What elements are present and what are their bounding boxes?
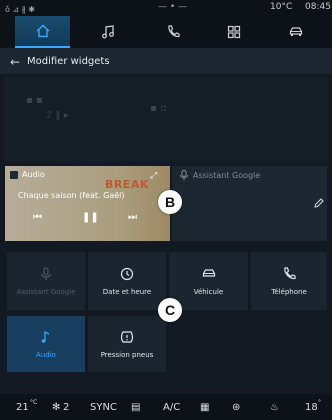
- defrost-front-icon[interactable]: ▦: [200, 402, 209, 413]
- microphone-icon: [180, 170, 188, 181]
- tab-bar: [0, 16, 332, 48]
- status-handle: — • —: [158, 2, 188, 12]
- left-temperature-unit: °C: [30, 399, 38, 406]
- tab-home[interactable]: [15, 16, 70, 48]
- car-icon: [289, 27, 302, 36]
- tab-phone[interactable]: [145, 16, 200, 48]
- previous-track-icon[interactable]: ⏮: [33, 212, 42, 223]
- tab-apps[interactable]: [206, 16, 261, 48]
- page-title: Modifier widgets: [27, 56, 110, 67]
- tab-music[interactable]: [80, 16, 135, 48]
- callout-marker-b: B: [158, 190, 182, 214]
- music-icon: [101, 25, 114, 39]
- home-icon: [36, 24, 49, 38]
- music-icon: [41, 330, 50, 343]
- tile-label: Audio: [36, 351, 56, 359]
- status-icons: ǒ ⊿ ∦ ✱: [5, 5, 35, 14]
- callout-marker-c: C: [158, 298, 182, 322]
- apps-icon: [227, 25, 240, 39]
- tile-label: Assistant Google: [16, 288, 76, 296]
- tire-pressure-icon: [120, 331, 134, 343]
- tile-label: Date et heure: [102, 288, 152, 296]
- clock-icon: [120, 267, 134, 281]
- preview-glyph-1: ▪ ▪: [26, 95, 43, 106]
- preview-glyph-2: ♪ ‖ ▸: [46, 110, 69, 121]
- status-time: 08:45: [305, 2, 331, 12]
- status-temperature: 10°C: [270, 2, 293, 12]
- car-icon: [202, 269, 215, 277]
- tile-telephone[interactable]: Téléphone: [251, 252, 327, 310]
- tile-label: Téléphone: [271, 288, 307, 296]
- pause-icon[interactable]: ❚❚: [82, 212, 99, 223]
- back-button[interactable]: ←: [10, 55, 20, 69]
- tile-date-heure[interactable]: Date et heure: [88, 252, 166, 310]
- microphone-icon: [40, 267, 52, 280]
- preview-glyph-3: ▪ ▫: [150, 103, 167, 114]
- tab-vehicle[interactable]: [268, 16, 323, 48]
- tile-assistant-google[interactable]: Assistant Google: [7, 252, 85, 310]
- seat-heat-icon[interactable]: ♨: [270, 402, 279, 413]
- right-temperature[interactable]: 18: [305, 402, 318, 413]
- tile-label: Pression pneus: [100, 351, 154, 359]
- tile-audio[interactable]: Audio: [7, 316, 85, 372]
- fan-icon[interactable]: ✻: [52, 402, 60, 413]
- sync-button[interactable]: SYNC: [90, 402, 117, 413]
- audio-track-title: Chaque saison (feat. Gaël): [18, 191, 125, 200]
- tile-vehicule[interactable]: Véhicule: [169, 252, 248, 310]
- fan-speed[interactable]: 2: [63, 402, 69, 413]
- bluetooth-icon: [10, 171, 18, 179]
- left-temperature[interactable]: 21: [16, 402, 29, 413]
- tile-pression-pneus[interactable]: Pression pneus: [88, 316, 166, 372]
- next-track-icon[interactable]: ⏭: [128, 212, 137, 223]
- google-widget-label: Assistant Google: [193, 171, 261, 180]
- album-art-text: BREAK: [105, 178, 149, 191]
- defrost-rear-icon[interactable]: ▤: [131, 402, 140, 413]
- phone-icon: [284, 267, 296, 280]
- audio-expand-icon[interactable]: ⤢: [150, 171, 157, 181]
- tile-label: Véhicule: [193, 288, 224, 296]
- right-temperature-unit: °: [318, 399, 321, 406]
- steering-heat-icon[interactable]: ⊛: [232, 402, 240, 413]
- edit-icon[interactable]: [314, 198, 324, 208]
- ac-button[interactable]: A/C: [163, 402, 180, 413]
- audio-widget-label: Audio: [22, 170, 45, 179]
- phone-icon: [167, 25, 180, 38]
